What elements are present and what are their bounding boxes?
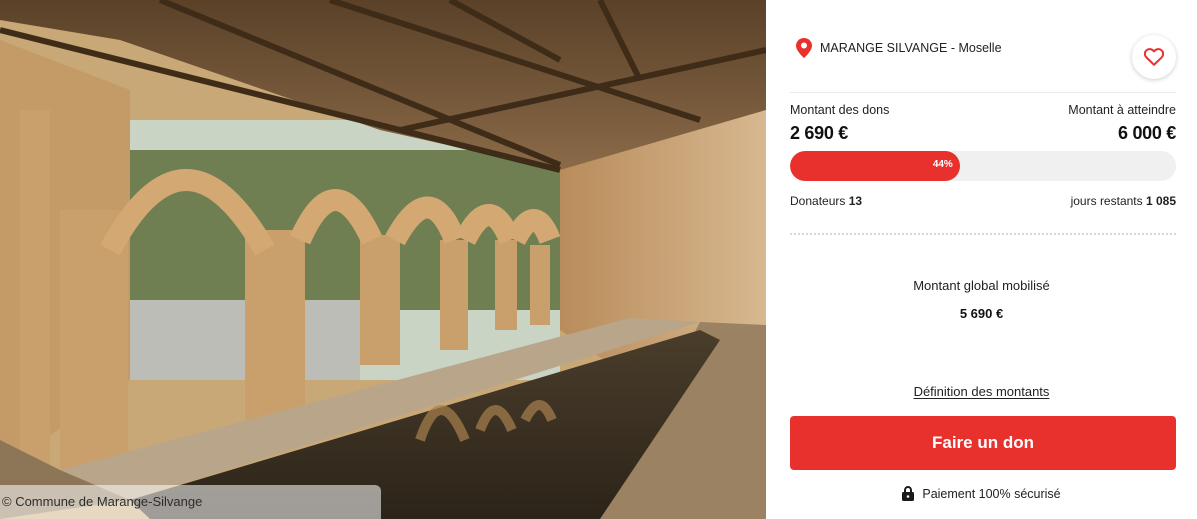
location-region: Moselle xyxy=(958,41,1002,55)
donors-stat: Donateurs 13 xyxy=(790,194,862,208)
global-amount: 5 690 € xyxy=(959,306,1004,321)
location-separator: - xyxy=(947,41,959,55)
progress-bar: 44% xyxy=(790,151,1176,181)
campaign-photo: © Commune de Marange-Silvange xyxy=(0,0,766,519)
target-amount: 6 000 € xyxy=(1118,123,1176,143)
days-count: 1 085 xyxy=(1145,194,1176,208)
campaign-info-panel: MARANGE SILVANGE - Moselle Montant des d… xyxy=(766,0,1197,519)
donors-count: 13 xyxy=(848,194,863,208)
lock-icon xyxy=(902,486,915,501)
progress-fill: 44% xyxy=(790,151,960,181)
donate-button[interactable]: Faire un don xyxy=(790,416,1176,470)
dotted-divider xyxy=(790,233,1176,235)
secure-text: Paiement 100% sécurisé xyxy=(922,486,1061,501)
days-stat: jours restants 1 085 xyxy=(1071,194,1176,208)
favorite-button[interactable] xyxy=(1132,35,1176,79)
location-city: MARANGE SILVANGE xyxy=(820,41,948,55)
campaign-location: MARANGE SILVANGE - Moselle xyxy=(796,38,1002,58)
target-label: Montant à atteindre xyxy=(1068,103,1176,117)
days-label: jours restants xyxy=(1070,194,1143,208)
progress-percent: 44% xyxy=(932,159,953,170)
secure-payment: Paiement 100% sécurisé xyxy=(766,486,1197,501)
divider xyxy=(790,92,1176,93)
donations-label: Montant des dons xyxy=(790,103,890,117)
definition-row: Définition des montants xyxy=(766,384,1197,399)
heart-icon xyxy=(1144,48,1164,66)
donors-label: Donateurs xyxy=(790,194,846,208)
map-pin-icon xyxy=(796,38,812,58)
photo-credit: © Commune de Marange-Silvange xyxy=(0,485,381,519)
definition-link[interactable]: Définition des montants xyxy=(914,384,1050,399)
global-amount-label: Montant global mobilisé xyxy=(913,278,1050,293)
lavoir-illustration xyxy=(0,0,766,519)
donations-amount: 2 690 € xyxy=(790,123,848,143)
